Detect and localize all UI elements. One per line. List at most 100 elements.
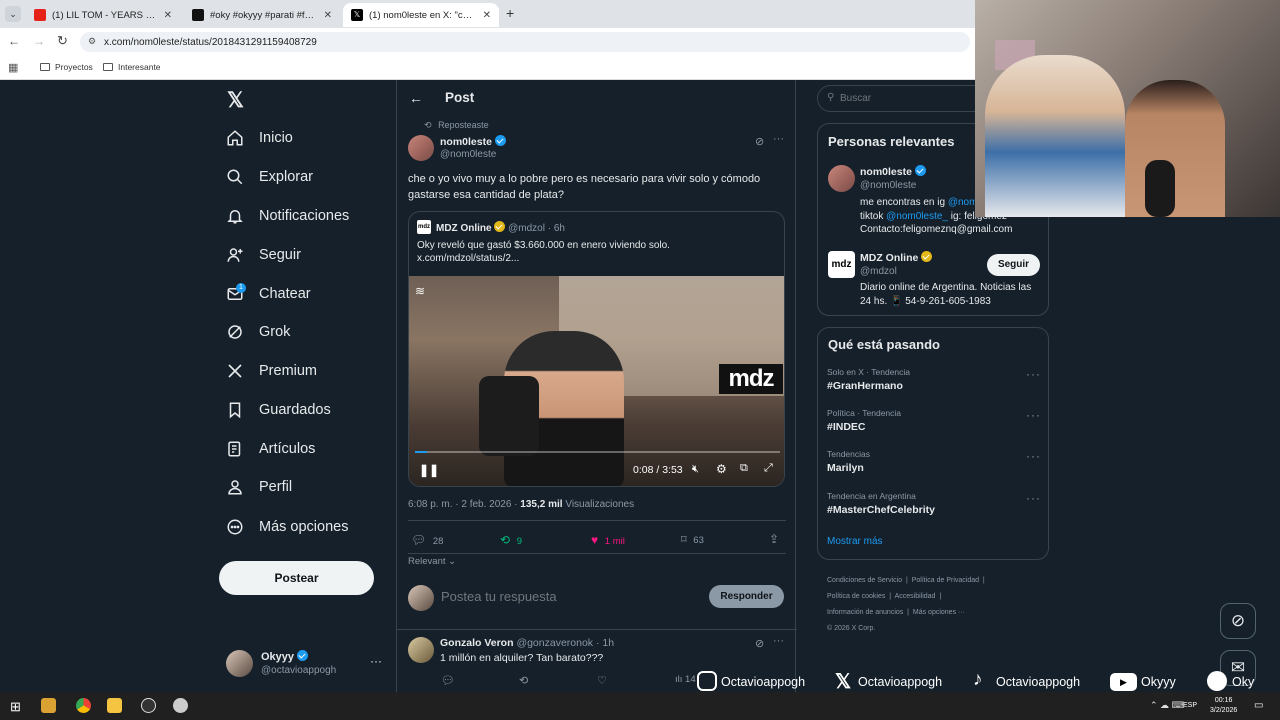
- tray-icons[interactable]: ⌃ ☁ ⌨: [1150, 700, 1185, 711]
- apps-grid-icon[interactable]: ▦: [8, 61, 18, 74]
- bookmark-action[interactable]: ⌑ 63: [681, 533, 704, 546]
- trend-item[interactable]: Solo en X · Tendencia #GranHermano: [827, 367, 910, 392]
- reply-reply-icon[interactable]: 💬︎: [441, 674, 455, 687]
- reply-input[interactable]: Postea tu respuesta: [441, 589, 691, 604]
- browser-tab-tiktok[interactable]: #oky #okyyy #parati #fyp #fory ✕: [184, 3, 340, 27]
- reply-views[interactable]: ılı 14: [675, 674, 696, 685]
- footer-link[interactable]: Condiciones de Servicio: [827, 577, 902, 584]
- author-avatar[interactable]: [408, 135, 434, 161]
- bio-link[interactable]: @nom: [948, 197, 978, 208]
- trend-item[interactable]: Política · Tendencia #INDEC: [827, 408, 901, 433]
- pip-icon[interactable]: ⧉: [740, 462, 748, 475]
- sort-dropdown[interactable]: Relevant ⌄: [408, 556, 456, 567]
- grok-float-button[interactable]: ⊘: [1220, 603, 1256, 639]
- nav-seguir[interactable]: Seguir: [226, 243, 301, 267]
- home-icon: [227, 130, 243, 146]
- post-datetime[interactable]: 6:08 p. m. · 2 feb. 2026 ·: [408, 499, 518, 510]
- x-logo-icon[interactable]: 𝕏: [227, 88, 244, 113]
- back-arrow-icon[interactable]: ←: [409, 90, 423, 106]
- more-icon[interactable]: ···: [773, 133, 784, 145]
- reply-action[interactable]: 💬︎ 28: [411, 533, 443, 547]
- post-button[interactable]: Postear: [219, 561, 374, 595]
- address-bar[interactable]: ⚙ x.com/nom0leste/status/201843129115940…: [80, 32, 970, 52]
- windows-start-icon[interactable]: ⊞: [10, 699, 21, 715]
- follow-button[interactable]: Seguir: [987, 254, 1040, 276]
- nav-articulos[interactable]: Artículos: [226, 437, 315, 461]
- person-name-row[interactable]: MDZ Online: [860, 251, 933, 264]
- author-name-row[interactable]: nom0leste: [440, 135, 506, 148]
- close-tab-icon[interactable]: ✕: [324, 10, 332, 21]
- app-icon[interactable]: [173, 698, 188, 713]
- footer-link[interactable]: Política de Privacidad: [912, 577, 979, 584]
- reply-avatar[interactable]: [408, 637, 434, 663]
- notification-icon[interactable]: ▭: [1254, 700, 1263, 711]
- repost-action[interactable]: ⟲ 9: [500, 533, 522, 547]
- reply-button[interactable]: Responder: [709, 585, 784, 608]
- share-icon[interactable]: ⇪: [769, 532, 779, 546]
- clock[interactable]: 00:16 3/2/2026: [1210, 696, 1237, 716]
- mdz-avatar[interactable]: mdz: [828, 251, 855, 278]
- trend-item[interactable]: Tendencia en Argentina #MasterChefCelebr…: [827, 491, 935, 516]
- more-icon[interactable]: ···: [773, 635, 784, 647]
- more-icon[interactable]: ···: [1026, 367, 1041, 381]
- account-switcher[interactable]: Okyyy @octavioappogh ···: [226, 648, 386, 682]
- browser-tab-youtube[interactable]: (1) LIL TOM - YEARS + - YouTube ✕: [26, 3, 180, 27]
- quote-link[interactable]: x.com/mdzol/status/2...: [417, 253, 519, 264]
- video-player[interactable]: ≋ mdz ❚❚ 0:08 / 3:53 🔇︎ ⚙ ⧉ ⤢: [409, 276, 784, 486]
- like-action[interactable]: ♥ 1 mil: [591, 533, 625, 547]
- back-icon[interactable]: ←: [8, 34, 20, 48]
- reload-icon[interactable]: ↻: [57, 33, 68, 49]
- quoted-post[interactable]: mdz MDZ Online @mdzol · 6h Oky reveló qu…: [408, 211, 785, 487]
- author-handle[interactable]: @nom0leste: [440, 149, 496, 160]
- media-player-icon[interactable]: [41, 698, 56, 713]
- footer-link[interactable]: Más opciones ···: [913, 609, 965, 616]
- nav-label: Artículos: [259, 441, 316, 457]
- file-explorer-icon[interactable]: [107, 698, 122, 713]
- nav-inicio[interactable]: Inicio: [226, 126, 293, 150]
- fullscreen-icon[interactable]: ⤢: [764, 462, 773, 475]
- nav-explorar[interactable]: Explorar: [226, 165, 313, 189]
- close-tab-icon[interactable]: ✕: [483, 10, 491, 21]
- new-tab-button[interactable]: +: [506, 5, 514, 21]
- footer-link[interactable]: Política de cookies: [827, 593, 885, 600]
- nav-guardados[interactable]: Guardados: [226, 398, 331, 422]
- show-more-link[interactable]: Mostrar más: [827, 536, 883, 547]
- footer-link[interactable]: Accesibilidad: [895, 593, 936, 600]
- chrome-icon[interactable]: [76, 698, 91, 713]
- pause-icon[interactable]: ❚❚: [419, 463, 439, 477]
- reply-handle[interactable]: @gonzaveronok: [516, 637, 593, 649]
- video-progress-track[interactable]: [415, 451, 780, 453]
- more-icon[interactable]: ···: [1026, 491, 1041, 505]
- more-icon[interactable]: ···: [1026, 408, 1041, 422]
- close-tab-icon[interactable]: ✕: [164, 10, 172, 21]
- more-icon[interactable]: ···: [1026, 449, 1041, 463]
- bookmark-interesante[interactable]: Interesante: [103, 62, 161, 72]
- grok-icon[interactable]: ⊘: [755, 637, 764, 650]
- nav-grok[interactable]: Grok: [226, 320, 290, 344]
- reply-author[interactable]: Gonzalo Veron: [440, 637, 514, 649]
- person-name-row[interactable]: nom0leste: [860, 165, 926, 178]
- nav-mas-opciones[interactable]: Más opciones: [226, 515, 348, 539]
- person-avatar[interactable]: [828, 165, 855, 192]
- browser-tab-x[interactable]: 𝕏 (1) nom0leste en X: "che o yo v ✕: [343, 3, 499, 27]
- reply-like-icon[interactable]: ♡: [597, 674, 607, 687]
- trend-item[interactable]: Tendencias Marilyn: [827, 449, 870, 474]
- tab-search-button[interactable]: ⌄: [5, 6, 21, 22]
- obs-icon[interactable]: [141, 698, 156, 713]
- grok-icon[interactable]: ⊘: [755, 135, 764, 148]
- mute-icon[interactable]: 🔇︎: [692, 463, 699, 476]
- forward-icon[interactable]: →: [33, 34, 45, 48]
- gear-icon[interactable]: ⚙: [716, 462, 727, 476]
- nav-perfil[interactable]: Perfil: [226, 475, 292, 499]
- reply-repost-icon[interactable]: ⟲: [519, 674, 528, 687]
- quote-time: · 6h: [547, 223, 565, 234]
- video-settings-icon[interactable]: ≋: [415, 284, 425, 298]
- more-icon[interactable]: ···: [370, 654, 382, 668]
- bio-link[interactable]: @nom0leste_: [886, 211, 948, 222]
- language-indicator[interactable]: ESP: [1183, 702, 1197, 709]
- bookmark-proyectos[interactable]: Proyectos: [40, 62, 93, 72]
- nav-premium[interactable]: Premium: [226, 359, 317, 383]
- footer-link[interactable]: Información de anuncios: [827, 609, 903, 616]
- nav-notificaciones[interactable]: Notificaciones: [226, 204, 349, 228]
- site-info-icon[interactable]: ⚙: [88, 36, 96, 47]
